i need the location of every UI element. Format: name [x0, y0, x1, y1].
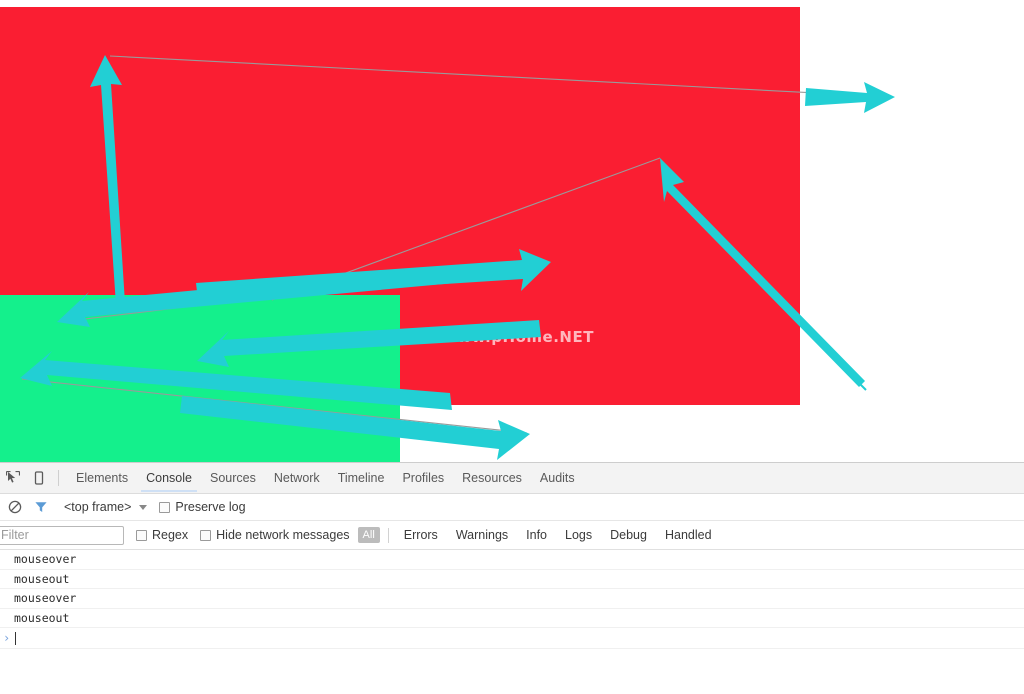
console-message: mouseout [0, 570, 1024, 589]
tab-audits[interactable]: Audits [531, 465, 584, 492]
level-filter-info[interactable]: Info [523, 527, 550, 543]
level-filter-handled[interactable]: Handled [662, 527, 715, 543]
prompt-caret [15, 631, 17, 645]
toolbar-divider [58, 470, 59, 486]
devtools-framebar: <top frame> Preserve log [0, 494, 1024, 521]
devtools-tabstrip: Elements Console Sources Network Timelin… [0, 463, 1024, 494]
tab-sources[interactable]: Sources [201, 465, 265, 492]
arrow-up-right-tail [858, 382, 867, 391]
tab-console[interactable]: Console [137, 465, 201, 492]
level-filter-errors[interactable]: Errors [401, 527, 441, 543]
devtools-filterbar: Regex Hide network messages All Errors W… [0, 521, 1024, 550]
console-message: mouseout [0, 609, 1024, 628]
prompt-arrow-icon: › [3, 631, 11, 645]
arrow-right-top [805, 82, 895, 113]
level-filter-logs[interactable]: Logs [562, 527, 595, 543]
regex-checkbox[interactable]: Regex [136, 528, 188, 542]
devtools-panel: Elements Console Sources Network Timelin… [0, 462, 1024, 694]
filter-icon[interactable] [28, 493, 54, 521]
level-filter-all[interactable]: All [357, 527, 380, 543]
tab-resources[interactable]: Resources [453, 465, 531, 492]
tab-profiles[interactable]: Profiles [393, 465, 453, 492]
chevron-down-icon[interactable] [139, 504, 148, 510]
hide-network-box[interactable] [200, 529, 212, 541]
inspect-element-icon[interactable] [0, 464, 26, 492]
level-filter-debug[interactable]: Debug [607, 527, 650, 543]
regex-box[interactable] [136, 529, 147, 541]
regex-label: Regex [152, 528, 189, 542]
tab-network[interactable]: Network [265, 465, 329, 492]
page-viewport: www.pHome.NET [0, 0, 1024, 462]
tab-timeline[interactable]: Timeline [329, 465, 394, 492]
console-message: mouseover [0, 589, 1024, 609]
console-output[interactable]: mouseover mouseout mouseover mouseout › [0, 550, 1024, 694]
device-toolbar-icon[interactable] [26, 464, 52, 492]
preserve-log-box[interactable] [159, 501, 171, 513]
browser-window: www.pHome.NET Elements Console Sources N… [0, 0, 1024, 694]
console-message: mouseover [0, 550, 1024, 570]
filter-input[interactable] [0, 525, 124, 545]
level-divider [387, 527, 389, 543]
watermark-text: www.pHome.NET [443, 328, 594, 346]
level-filter-warnings[interactable]: Warnings [453, 527, 511, 543]
preserve-log-checkbox[interactable]: Preserve log [159, 500, 246, 514]
console-prompt-row[interactable]: › [0, 628, 1024, 649]
preserve-log-label: Preserve log [175, 500, 246, 514]
clear-console-icon[interactable] [2, 493, 28, 521]
green-box[interactable] [0, 295, 400, 462]
hide-network-messages-checkbox[interactable]: Hide network messages [200, 528, 350, 542]
frame-selector[interactable]: <top frame> [64, 500, 131, 514]
tab-elements[interactable]: Elements [67, 465, 137, 492]
hide-network-label: Hide network messages [216, 528, 350, 542]
